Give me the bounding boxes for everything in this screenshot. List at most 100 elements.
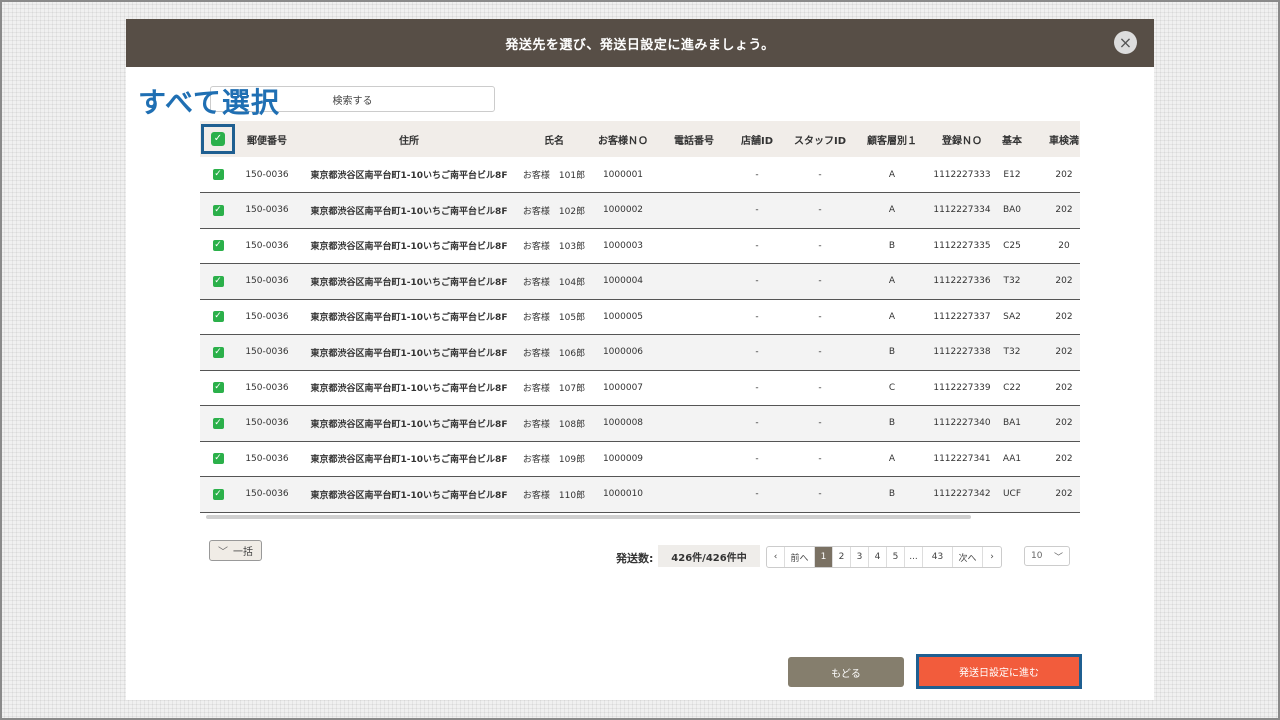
- modal-title: 発送先を選び、発送日設定に進みましょう。: [505, 37, 775, 53]
- cell-store-id: -: [755, 205, 759, 216]
- cell-inspection: 202: [1055, 311, 1073, 322]
- cell-tier: B: [888, 418, 896, 429]
- bulk-action-button[interactable]: ﹀ 一括: [209, 540, 262, 561]
- column-header: スタッフID: [793, 135, 847, 147]
- cell-store-id: -: [755, 382, 759, 393]
- cell-name: お客様 106郎: [522, 348, 586, 359]
- cell-tier: C: [888, 382, 896, 393]
- row-checkbox[interactable]: ✓: [212, 204, 224, 216]
- table-row[interactable]: ✓ 150-0036 東京都渋谷区南平台町1-10いちご南平台ビル8F お客様 …: [200, 370, 1080, 406]
- page-button-1[interactable]: 1: [815, 547, 833, 567]
- cell-name: お客様 109郎: [522, 455, 586, 466]
- cell-staff-id: -: [818, 453, 822, 464]
- chevron-left-icon[interactable]: ‹: [767, 547, 785, 567]
- select-all-callout: すべて選択: [138, 86, 280, 119]
- table-row[interactable]: ✓ 150-0036 東京都渋谷区南平台町1-10いちご南平台ビル8F お客様 …: [200, 405, 1080, 441]
- recipients-table: ✓ 郵便番号 住所 氏名 お客様ＮＯ 電話番号 店舗ID スタッフID 顧客層別…: [200, 121, 1080, 513]
- cell-zip: 150-0036: [245, 169, 289, 180]
- table-row[interactable]: ✓ 150-0036 東京都渋谷区南平台町1-10いちご南平台ビル8F お客様 …: [200, 476, 1080, 512]
- cell-address: 東京都渋谷区南平台町1-10いちご南平台ビル8F: [310, 242, 508, 253]
- page-button-5[interactable]: 5: [887, 547, 905, 567]
- proceed-to-date-settings-button[interactable]: 発送日設定に進む: [919, 657, 1079, 686]
- cell-store-id: -: [755, 418, 759, 429]
- cell-staff-id: -: [818, 205, 822, 216]
- back-button[interactable]: もどる: [788, 657, 904, 687]
- per-page-value: 10: [1031, 551, 1043, 561]
- table-row[interactable]: ✓ 150-0036 東京都渋谷区南平台町1-10いちご南平台ビル8F お客様 …: [200, 334, 1080, 370]
- cell-address: 東京都渋谷区南平台町1-10いちご南平台ビル8F: [310, 455, 508, 466]
- cell-name: お客様 103郎: [522, 242, 586, 253]
- table-row[interactable]: ✓ 150-0036 東京都渋谷区南平台町1-10いちご南平台ビル8F お客様 …: [200, 441, 1080, 477]
- column-header: 氏名: [544, 135, 564, 147]
- cell-customer-no: 1000008: [602, 418, 644, 429]
- cell-address: 東京都渋谷区南平台町1-10いちご南平台ビル8F: [310, 171, 508, 181]
- cell-tier: A: [888, 453, 896, 464]
- cell-address: 東京都渋谷区南平台町1-10いちご南平台ビル8F: [310, 313, 508, 324]
- cell-tier: A: [888, 276, 896, 287]
- cell-name: お客様 101郎: [522, 171, 586, 181]
- table-row[interactable]: ✓ 150-0036 東京都渋谷区南平台町1-10いちご南平台ビル8F お客様 …: [200, 263, 1080, 300]
- row-checkbox[interactable]: ✓: [212, 488, 224, 500]
- cell-customer-no: 1000010: [602, 489, 644, 500]
- cell-tier: B: [888, 347, 896, 358]
- cell-basic: UCF: [1002, 489, 1022, 500]
- shipping-count-value: 426件/426件中: [658, 545, 760, 567]
- cell-customer-no: 1000003: [602, 240, 644, 251]
- cell-address: 東京都渋谷区南平台町1-10いちご南平台ビル8F: [310, 384, 508, 395]
- table-row[interactable]: ✓ 150-0036 東京都渋谷区南平台町1-10いちご南平台ビル8F お客様 …: [200, 228, 1080, 264]
- prev-page-button[interactable]: 前へ: [785, 547, 815, 567]
- row-checkbox[interactable]: ✓: [212, 240, 224, 252]
- cell-customer-no: 1000005: [602, 311, 644, 322]
- search-label: 検索する: [332, 95, 373, 107]
- row-checkbox-cell: ✓: [200, 441, 236, 477]
- row-checkbox-cell: ✓: [200, 228, 236, 264]
- page-button-4[interactable]: 4: [869, 547, 887, 567]
- cell-store-id: -: [755, 276, 759, 287]
- table-row[interactable]: ✓ 150-0036 東京都渋谷区南平台町1-10いちご南平台ビル8F お客様 …: [200, 192, 1080, 228]
- cell-basic: T32: [1003, 276, 1021, 287]
- cell-zip: 150-0036: [245, 311, 289, 322]
- table-row[interactable]: ✓ 150-0036 東京都渋谷区南平台町1-10いちご南平台ビル8F お客様 …: [200, 299, 1080, 335]
- next-page-button[interactable]: 次へ: [953, 547, 983, 567]
- row-checkbox[interactable]: ✓: [212, 346, 224, 358]
- cell-inspection: 202: [1055, 382, 1073, 393]
- cell-zip: 150-0036: [245, 418, 289, 429]
- page-button-2[interactable]: 2: [833, 547, 851, 567]
- cell-store-id: -: [755, 489, 759, 500]
- column-header: 登録ＮＯ: [942, 135, 982, 147]
- select-all-checkbox[interactable]: ✓: [211, 132, 225, 146]
- cell-reg-no: 1112227335: [933, 240, 991, 251]
- recipients-table-container[interactable]: ✓ 郵便番号 住所 氏名 お客様ＮＯ 電話番号 店舗ID スタッフID 顧客層別…: [200, 121, 1080, 525]
- row-checkbox[interactable]: ✓: [212, 275, 224, 287]
- cell-reg-no: 1112227340: [933, 418, 991, 429]
- row-checkbox[interactable]: ✓: [212, 453, 224, 465]
- row-checkbox[interactable]: ✓: [212, 311, 224, 323]
- cell-customer-no: 1000001: [602, 169, 644, 180]
- chevron-right-icon[interactable]: ›: [983, 547, 1001, 567]
- cell-customer-no: 1000002: [602, 205, 644, 216]
- horizontal-scrollbar[interactable]: [206, 515, 971, 519]
- cell-address: 東京都渋谷区南平台町1-10いちご南平台ビル8F: [310, 419, 508, 430]
- cell-store-id: -: [755, 169, 759, 180]
- close-icon[interactable]: ×: [1114, 31, 1137, 54]
- row-checkbox[interactable]: ✓: [212, 169, 224, 180]
- row-checkbox[interactable]: ✓: [212, 417, 224, 429]
- column-header: お客様ＮＯ: [598, 135, 648, 147]
- table-row[interactable]: ✓ 150-0036 東京都渋谷区南平台町1-10いちご南平台ビル8F お客様 …: [200, 157, 1080, 193]
- cell-address: 東京都渋谷区南平台町1-10いちご南平台ビル8F: [310, 277, 508, 288]
- shipping-count-label: 発送数:: [616, 552, 654, 565]
- cell-name: お客様 107郎: [522, 384, 586, 395]
- row-checkbox[interactable]: ✓: [212, 382, 224, 394]
- cell-staff-id: -: [818, 382, 822, 393]
- cell-phone: [658, 264, 730, 300]
- cell-inspection: 202: [1055, 205, 1073, 216]
- cell-staff-id: -: [818, 489, 822, 500]
- column-header: 電話番号: [674, 135, 714, 147]
- row-checkbox-cell: ✓: [200, 299, 236, 335]
- per-page-select[interactable]: 10 ﹀: [1024, 546, 1070, 566]
- cell-reg-no: 1112227334: [933, 205, 991, 216]
- page-button-last[interactable]: 43: [923, 547, 953, 567]
- cell-reg-no: 1112227341: [933, 453, 991, 464]
- page-button-3[interactable]: 3: [851, 547, 869, 567]
- cell-zip: 150-0036: [245, 347, 289, 358]
